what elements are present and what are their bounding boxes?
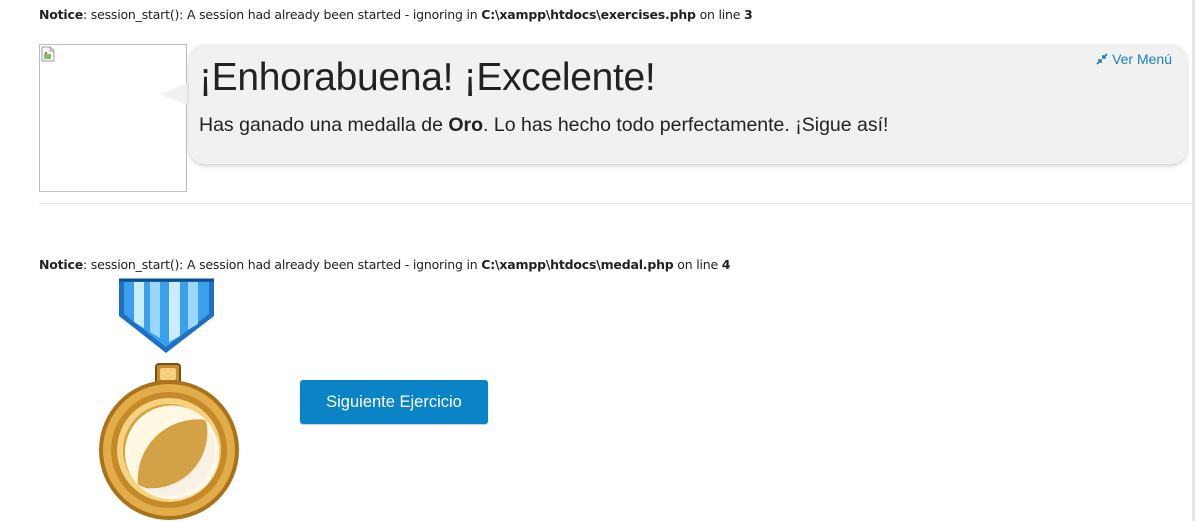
avatar-image bbox=[39, 44, 187, 192]
notice-label: Notice bbox=[39, 257, 83, 272]
message-text-before: Has ganado una medalla de bbox=[199, 114, 449, 136]
notice-line-number: 4 bbox=[721, 257, 731, 272]
broken-image-icon bbox=[41, 46, 55, 62]
speech-bubble-tail bbox=[160, 82, 190, 106]
ver-menu-label: Ver Menú bbox=[1112, 51, 1172, 67]
notice-label: Notice bbox=[39, 7, 83, 22]
php-notice-exercises: Notice: session_start(): A session had a… bbox=[39, 7, 753, 22]
next-exercise-button[interactable]: Siguiente Ejercicio bbox=[300, 380, 488, 424]
notice-line-number: 3 bbox=[744, 7, 753, 22]
gold-medal-icon bbox=[99, 278, 239, 520]
notice-line-text: on line bbox=[673, 257, 722, 272]
notice-file: C:\xampp\htdocs\medal.php bbox=[481, 257, 674, 272]
section-divider bbox=[39, 203, 1193, 204]
notice-message: : session_start(): A session had already… bbox=[83, 257, 482, 272]
php-notice-medal: Notice: session_start(): A session had a… bbox=[39, 257, 730, 272]
notice-file: C:\xampp\htdocs\exercises.php bbox=[481, 7, 696, 22]
medal-name: Oro bbox=[448, 114, 484, 136]
speech-bubble: ¡Enhorabuena! ¡Excelente! Has ganado una… bbox=[189, 44, 1187, 164]
compress-arrows-icon bbox=[1096, 53, 1108, 65]
message-text-after: . Lo has hecho todo perfectamente. ¡Sigu… bbox=[483, 114, 889, 136]
congrats-title: ¡Enhorabuena! ¡Excelente! bbox=[199, 56, 656, 99]
notice-message: : session_start(): A session had already… bbox=[83, 7, 482, 22]
congrats-message: Has ganado una medalla de Oro. Lo has he… bbox=[199, 114, 888, 137]
ver-menu-link[interactable]: Ver Menú bbox=[1096, 51, 1172, 67]
notice-line-text: on line bbox=[695, 7, 745, 22]
